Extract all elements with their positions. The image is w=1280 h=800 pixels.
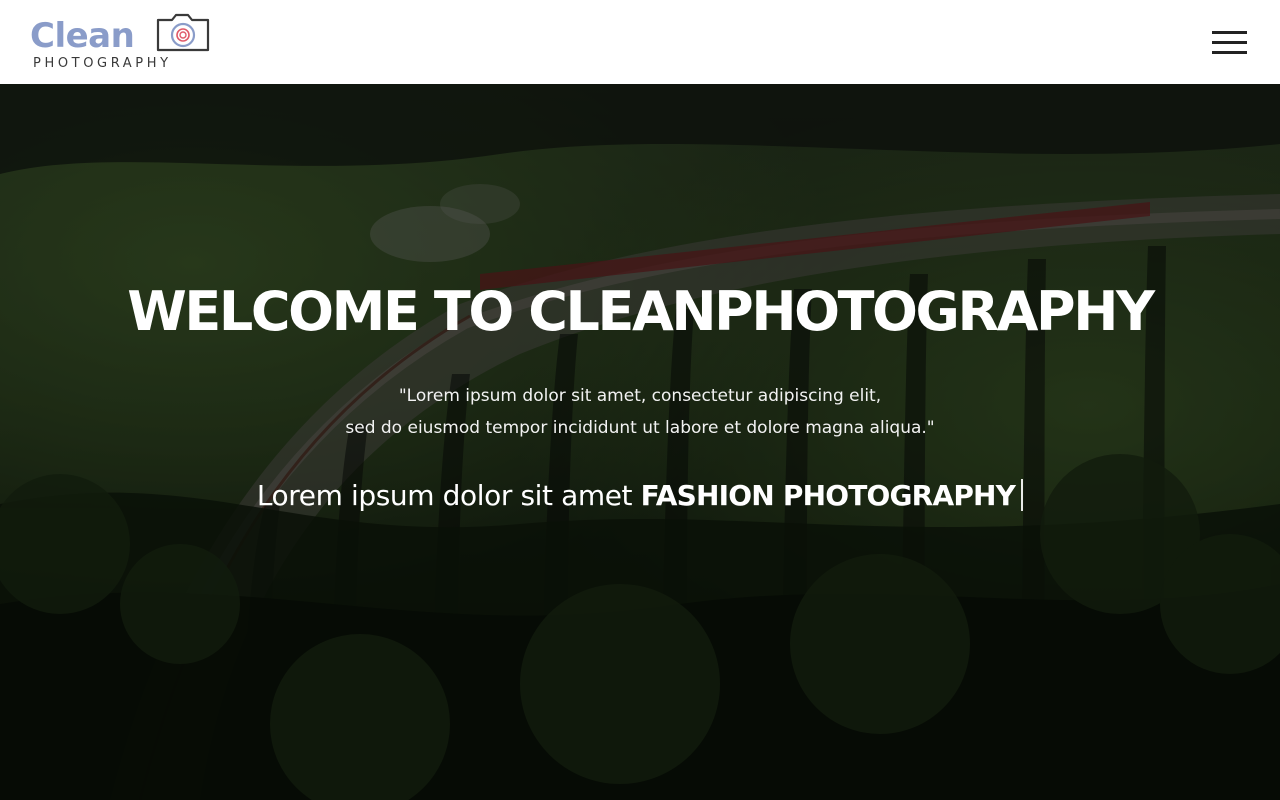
- hero-typed-tagline: Lorem ipsum dolor sit amet FASHION PHOTO…: [0, 474, 1280, 518]
- typing-cursor: [1021, 479, 1024, 511]
- logo-subtitle: PHOTOGRAPHY: [33, 56, 172, 71]
- hero-quote-line-1: "Lorem ipsum dolor sit amet, consectetur…: [398, 386, 882, 406]
- camera-icon: [156, 13, 210, 52]
- tagline-prefix: Lorem ipsum dolor sit amet: [256, 479, 633, 512]
- site-logo[interactable]: Clean PHOTOGRAPHY: [30, 10, 214, 74]
- tagline-highlight: FASHION PHOTOGRAPHY: [640, 479, 1016, 512]
- hero-content: WELCOME TO CLEANPHOTOGRAPHY "Lorem ipsum…: [0, 84, 1280, 800]
- hamburger-menu-icon[interactable]: [1206, 26, 1252, 60]
- hero-title: WELCOME TO CLEANPHOTOGRAPHY: [127, 280, 1155, 343]
- hero-quote-line-2: sed do eiusmod tempor incididunt ut labo…: [345, 418, 935, 438]
- hero-quote: "Lorem ipsum dolor sit amet, consectetur…: [0, 380, 1280, 444]
- logo-wordmark: Clean: [30, 16, 135, 56]
- site-header: Clean PHOTOGRAPHY: [0, 0, 1280, 84]
- hero-section: WELCOME TO CLEANPHOTOGRAPHY "Lorem ipsum…: [0, 84, 1280, 800]
